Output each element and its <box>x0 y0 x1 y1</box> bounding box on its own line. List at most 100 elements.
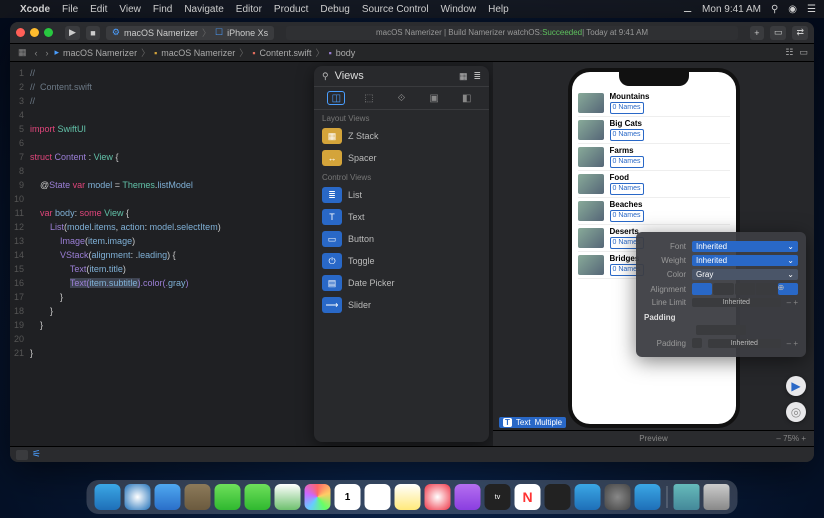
row-thumbnail <box>578 255 604 275</box>
menu-window[interactable]: Window <box>441 4 477 15</box>
zoom-icon[interactable] <box>44 28 53 37</box>
padding-field[interactable]: Inherited <box>708 339 781 348</box>
app-name[interactable]: Xcode <box>20 4 50 15</box>
dock-finder-icon[interactable] <box>95 484 121 510</box>
library-item[interactable]: ↔Spacer <box>314 147 489 169</box>
wifi-icon[interactable]: ⚊ <box>683 4 692 15</box>
crumb-file[interactable]: Content.swift <box>260 48 312 58</box>
dock-news-icon[interactable]: N <box>515 484 541 510</box>
menu-sourcecontrol[interactable]: Source Control <box>362 4 429 15</box>
dock[interactable]: 1 tv N <box>87 480 738 514</box>
media-tab[interactable]: ▣ <box>425 91 443 105</box>
list-row[interactable]: Mountains0 Names <box>578 90 730 117</box>
minimize-icon[interactable] <box>30 28 39 37</box>
scheme-selector[interactable]: ⚙ macOS Namerizer 〉 ☐ iPhone Xs <box>106 26 274 40</box>
library-item[interactable]: ⟶Slider <box>314 294 489 316</box>
weight-popup[interactable]: Inherited⌄ <box>692 255 798 266</box>
scheme-device: iPhone Xs <box>227 28 268 38</box>
menu-view[interactable]: View <box>119 4 141 15</box>
padding-checkbox[interactable] <box>692 338 702 348</box>
adjust-editor-button[interactable]: ▭ <box>799 47 808 58</box>
dock-tv-icon[interactable]: tv <box>485 484 511 510</box>
dock-messages-icon[interactable] <box>245 484 271 510</box>
dock-xcode-icon[interactable] <box>635 484 661 510</box>
menu-debug[interactable]: Debug <box>320 4 349 15</box>
menu-find[interactable]: Find <box>153 4 172 15</box>
search-icon[interactable]: ⚲ <box>322 71 329 82</box>
snippets-tab[interactable]: ⟐ <box>392 91 410 105</box>
back-button[interactable]: ‹ <box>33 48 40 58</box>
alignment-segmented[interactable]: ⊕ <box>692 283 798 295</box>
grid-view-icon[interactable]: ▦ <box>459 71 468 82</box>
library-item[interactable]: ▭Button <box>314 228 489 250</box>
list-row[interactable]: Big Cats0 Names <box>578 117 730 144</box>
code-editor[interactable]: 123456789101112131415161718192021 //// C… <box>10 62 310 446</box>
library-item[interactable]: TText <box>314 206 489 228</box>
dock-photos-icon[interactable] <box>305 484 331 510</box>
padding-diagram[interactable] <box>696 325 746 335</box>
zoom-in-button[interactable]: + <box>801 434 806 443</box>
stop-button[interactable]: ■ <box>86 26 100 40</box>
library-item-label: Slider <box>348 300 371 310</box>
run-button[interactable]: ▶ <box>65 26 80 40</box>
menu-navigate[interactable]: Navigate <box>184 4 223 15</box>
menu-file[interactable]: File <box>62 4 78 15</box>
menu-edit[interactable]: Edit <box>90 4 107 15</box>
library-item[interactable]: ▦Z Stack <box>314 125 489 147</box>
dock-music-icon[interactable] <box>425 484 451 510</box>
dock-notes-icon[interactable] <box>395 484 421 510</box>
dock-contacts-icon[interactable] <box>185 484 211 510</box>
dock-downloads-icon[interactable] <box>674 484 700 510</box>
list-row[interactable]: Beaches0 Names <box>578 198 730 225</box>
library-item[interactable]: ≣List <box>314 184 489 206</box>
list-row[interactable]: Farms0 Names <box>578 144 730 171</box>
crumb-group[interactable]: macOS Namerizer <box>161 48 235 58</box>
dock-appstore-icon[interactable] <box>575 484 601 510</box>
preview-settings-button[interactable]: ◎ <box>786 402 806 422</box>
code-review-button[interactable]: ⇄ <box>792 26 808 40</box>
spotlight-icon[interactable]: ⚲ <box>771 4 778 15</box>
dock-maps-icon[interactable] <box>275 484 301 510</box>
library-item[interactable]: ▤Date Picker <box>314 272 489 294</box>
views-tab[interactable]: ◫ <box>327 91 345 105</box>
crumb-symbol[interactable]: body <box>336 48 356 58</box>
library-button[interactable]: ▭ <box>770 26 787 40</box>
crumb-project[interactable]: macOS Namerizer <box>63 48 137 58</box>
color-popup[interactable]: Gray⌄ <box>692 269 798 280</box>
zoom-out-button[interactable]: – <box>776 434 780 443</box>
font-popup[interactable]: Inherited⌄ <box>692 241 798 252</box>
filter-button[interactable] <box>16 450 28 460</box>
control-center-icon[interactable]: ☰ <box>807 4 816 15</box>
menu-editor[interactable]: Editor <box>236 4 262 15</box>
close-icon[interactable] <box>16 28 25 37</box>
traffic-lights[interactable] <box>16 28 53 37</box>
siri-icon[interactable]: ◉ <box>788 4 797 15</box>
list-row[interactable]: Food0 Names <box>578 171 730 198</box>
library-item-icon: ⏻ <box>322 253 342 269</box>
menu-help[interactable]: Help <box>488 4 509 15</box>
dock-trash-icon[interactable] <box>704 484 730 510</box>
filter-icon[interactable]: ⚟ <box>32 449 41 460</box>
live-preview-button[interactable]: ▶ <box>786 376 806 396</box>
dock-stocks-icon[interactable] <box>545 484 571 510</box>
dock-settings-icon[interactable] <box>605 484 631 510</box>
color-tab[interactable]: ◧ <box>458 91 476 105</box>
modifiers-tab[interactable]: ⬚ <box>360 91 378 105</box>
dock-safari-icon[interactable] <box>125 484 151 510</box>
dock-mail-icon[interactable] <box>155 484 181 510</box>
list-view-icon[interactable]: ≣ <box>473 71 481 82</box>
editor-layout-button[interactable]: ☷ <box>785 47 793 58</box>
linelimit-field[interactable]: Inherited <box>692 298 781 307</box>
row-subtitle: 0 Names <box>610 102 644 114</box>
forward-button[interactable]: › <box>44 48 51 58</box>
canvas-preview[interactable]: Mountains0 NamesBig Cats0 NamesFarms0 Na… <box>493 62 814 446</box>
selection-badge[interactable]: T Text Multiple <box>499 417 566 428</box>
dock-calendar-icon[interactable]: 1 <box>335 484 361 510</box>
toggle-navigator-button[interactable]: ▦ <box>16 47 29 58</box>
dock-podcasts-icon[interactable] <box>455 484 481 510</box>
dock-facetime-icon[interactable] <box>215 484 241 510</box>
dock-reminders-icon[interactable] <box>365 484 391 510</box>
library-item[interactable]: ⏻Toggle <box>314 250 489 272</box>
menu-product[interactable]: Product <box>274 4 308 15</box>
add-button[interactable]: + <box>750 26 764 40</box>
